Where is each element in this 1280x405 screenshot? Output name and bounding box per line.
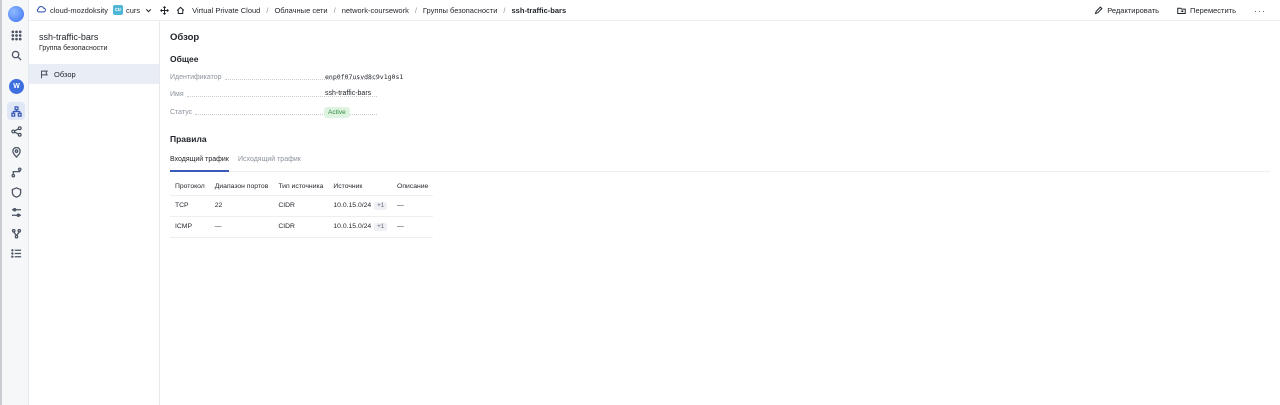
cell-source: 10.0.15.0/24 +1 (328, 216, 393, 238)
edit-button[interactable]: Редактировать (1094, 6, 1159, 15)
breadcrumb-separator: / (414, 5, 417, 15)
table-header-row: Протокол Диапазон портов Тип источника И… (170, 178, 434, 196)
breadcrumb: cloud-mozdoksity cu curs Virtual Private… (36, 4, 566, 16)
breadcrumb-item-network[interactable]: network-coursework (342, 6, 409, 15)
pencil-icon (1094, 6, 1103, 15)
resource-subtitle: Группа безопасности (39, 45, 108, 52)
folder-move-icon (1177, 7, 1186, 14)
cell-protocol: TCP (170, 195, 210, 217)
side-panel: ssh-traffic-bars Группа безопасности Обз… (29, 21, 160, 405)
col-protocol[interactable]: Протокол (170, 178, 210, 196)
col-ports[interactable]: Диапазон портов (209, 178, 274, 196)
more-sources-badge[interactable]: +1 (374, 222, 388, 231)
location-pin-icon[interactable] (9, 145, 23, 159)
avatar[interactable]: W (9, 79, 24, 94)
cell-ports: — (209, 216, 274, 238)
route-icon[interactable] (9, 165, 23, 179)
traffic-tabs: Входящий трафик Исходящий трафик (170, 156, 1270, 172)
move-label: Переместить (1190, 6, 1236, 15)
top-bar: cloud-mozdoksity cu curs Virtual Private… (29, 0, 1280, 21)
breadcrumb-item-vpc[interactable]: Virtual Private Cloud (192, 6, 260, 15)
services-grid-icon[interactable] (9, 28, 23, 42)
section-general-title: Общее (170, 54, 199, 64)
cell-source: 10.0.15.0/24 +1 (328, 195, 393, 217)
prop-status-label: Статус (170, 108, 193, 116)
cell-protocol: ICMP (170, 216, 210, 238)
source-value: 10.0.15.0/24 (333, 201, 372, 209)
section-rules-title: Правила (170, 134, 207, 144)
page-title: Обзор (170, 32, 200, 43)
move-arrows-icon[interactable] (159, 5, 169, 15)
breadcrumb-item-current: ssh-traffic-bars (511, 5, 567, 15)
home-icon[interactable] (175, 5, 185, 15)
status-badge: Active (324, 107, 350, 118)
shield-icon[interactable] (9, 185, 23, 199)
edit-label: Редактировать (1107, 6, 1160, 15)
table-row[interactable]: TCP 22 CIDR 10.0.15.0/24 +1 — (170, 195, 434, 217)
side-nav-overview[interactable]: Обзор (29, 64, 159, 84)
left-rail: W (0, 0, 29, 405)
search-icon[interactable] (9, 48, 23, 62)
more-options-button[interactable]: ··· (1254, 6, 1266, 16)
table-row[interactable]: ICMP — CIDR 10.0.15.0/24 +1 — (170, 216, 434, 238)
breadcrumb-item-networks[interactable]: Облачные сети (274, 6, 327, 15)
col-description[interactable]: Описание (392, 178, 434, 196)
col-source[interactable]: Источник (328, 178, 393, 196)
tab-egress[interactable]: Исходящий трафик (238, 156, 301, 172)
prop-id-label: Идентификатор (170, 73, 222, 81)
breadcrumb-item-security-groups[interactable]: Группы безопасности (423, 6, 498, 15)
cell-description: — (392, 216, 434, 238)
move-button[interactable]: Переместить (1177, 6, 1236, 15)
breadcrumb-separator: / (333, 5, 336, 15)
source-value: 10.0.15.0/24 (333, 222, 372, 230)
cell-source-type: CIDR (273, 216, 329, 238)
rules-table: Протокол Диапазон портов Тип источника И… (170, 178, 434, 238)
prop-name-value: ssh-traffic-bars (325, 90, 372, 97)
chevron-down-icon[interactable] (143, 5, 153, 15)
share-nodes-icon[interactable] (9, 124, 23, 138)
cloud-logo-icon[interactable] (8, 6, 24, 22)
list-icon[interactable] (9, 246, 23, 260)
flag-icon (41, 70, 48, 78)
cell-ports: 22 (209, 195, 274, 217)
folder-badge: cu (112, 5, 123, 15)
breadcrumb-separator: / (266, 5, 269, 15)
col-source-type[interactable]: Тип источника (273, 178, 329, 196)
prop-name-label: Имя (170, 90, 184, 98)
topology-icon[interactable] (9, 226, 23, 240)
side-nav-overview-label: Обзор (54, 69, 76, 79)
sliders-icon[interactable] (9, 205, 23, 219)
breadcrumb-separator: / (503, 5, 506, 15)
cloud-icon (36, 4, 46, 16)
network-icon[interactable] (7, 102, 25, 120)
prop-id-value[interactable]: enp0f07usvd8c9v1g0s1 (325, 73, 403, 81)
resource-title: ssh-traffic-bars (39, 32, 99, 42)
cell-source-type: CIDR (273, 195, 329, 217)
more-sources-badge[interactable]: +1 (374, 201, 388, 210)
breadcrumb-cloud[interactable]: cloud-mozdoksity (50, 6, 108, 15)
cell-description: — (392, 195, 434, 217)
breadcrumb-folder[interactable]: curs (126, 6, 140, 15)
tab-ingress[interactable]: Входящий трафик (170, 156, 229, 172)
